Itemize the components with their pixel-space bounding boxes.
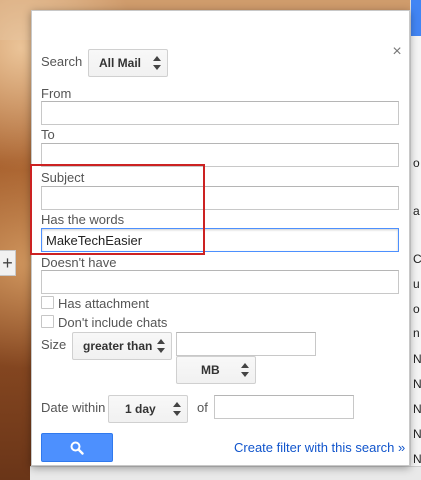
- search-button[interactable]: [41, 433, 113, 462]
- search-scope-select[interactable]: All Mail: [88, 49, 168, 77]
- list-item: N: [413, 427, 421, 441]
- dont-include-chats-checkbox[interactable]: [41, 315, 54, 328]
- highlight-box: [30, 164, 205, 255]
- size-operator-select[interactable]: greater than: [72, 332, 172, 360]
- date-range-select[interactable]: 1 day: [108, 395, 188, 423]
- date-range-value: 1 day: [125, 402, 156, 416]
- list-item: n: [413, 326, 420, 340]
- up-down-arrow-icon: [241, 363, 249, 377]
- search-scope-value: All Mail: [99, 56, 142, 70]
- has-attachment-label: Has attachment: [58, 296, 150, 311]
- of-label: of: [197, 400, 208, 415]
- size-value-field[interactable]: [176, 332, 316, 356]
- size-unit-value: MB: [201, 363, 220, 377]
- size-operator-value: greater than: [83, 339, 153, 353]
- from-label: From: [41, 86, 72, 101]
- background-blue-button: [411, 0, 421, 36]
- search-icon: [70, 441, 84, 455]
- list-item: u: [413, 277, 420, 291]
- create-filter-link[interactable]: Create filter with this search »: [234, 440, 405, 455]
- list-item: N: [413, 402, 421, 416]
- list-item: N: [413, 352, 421, 366]
- doesnt-have-label: Doesn't have: [41, 255, 117, 270]
- list-item: o: [413, 156, 420, 170]
- size-unit-select[interactable]: MB: [176, 356, 256, 384]
- dialog-header: [32, 11, 409, 35]
- up-down-arrow-icon: [153, 56, 161, 70]
- list-item: N: [413, 452, 421, 466]
- has-attachment-checkbox[interactable]: [41, 296, 54, 309]
- background-add-button[interactable]: +: [0, 250, 16, 276]
- search-label: Search: [41, 54, 83, 69]
- list-item: o: [413, 302, 420, 316]
- dont-include-chats-label: Don't include chats: [58, 315, 168, 330]
- date-value-field[interactable]: [214, 395, 354, 419]
- up-down-arrow-icon: [157, 339, 165, 353]
- up-down-arrow-icon: [173, 402, 181, 416]
- to-label: To: [41, 127, 55, 142]
- list-item: a: [413, 204, 420, 218]
- plus-icon: +: [2, 253, 13, 273]
- from-field[interactable]: [41, 101, 399, 125]
- background-bottom-bar: [30, 466, 421, 480]
- size-label: Size: [41, 337, 67, 352]
- date-within-label: Date within: [41, 400, 106, 415]
- list-item: N: [413, 377, 421, 391]
- background-message-list: o a C u o n N N N N N: [410, 0, 421, 480]
- list-item: C: [413, 252, 421, 266]
- doesnt-have-field[interactable]: [41, 270, 399, 294]
- close-icon[interactable]: ×: [390, 44, 404, 60]
